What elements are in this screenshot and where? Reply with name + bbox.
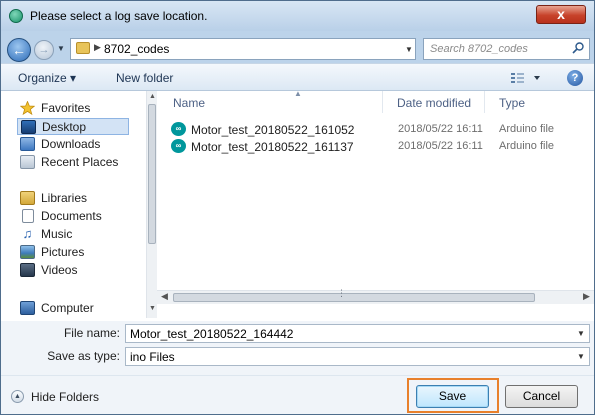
column-divider[interactable] [484,91,485,113]
save-as-type-label: Save as type: [47,349,120,363]
sidebar-item-label: Desktop [42,120,87,134]
file-row[interactable]: ∞ Motor_test_20180522_161137 2018/05/22 … [171,138,591,155]
file-list-scroll-thumb[interactable] [173,293,535,302]
sidebar-item-label: Downloads [41,137,101,151]
star-icon [20,101,35,115]
sidebar-item-label: Videos [41,263,78,277]
address-bar[interactable]: ▶ 8702_codes ▼ [70,38,416,60]
title-bar: Please select a log save location. x [1,1,594,31]
save-as-type-select[interactable]: ino Files ▼ [125,347,590,366]
column-header-type[interactable]: Type [499,96,525,110]
organize-menu-button[interactable]: Organize ▾ [18,71,76,85]
forward-arrow-icon[interactable]: → [34,40,54,60]
search-input[interactable] [430,41,566,57]
breadcrumb-separator-icon[interactable]: ▶ [94,42,101,53]
libraries-icon [20,191,35,205]
save-dialog: Please select a log save location. x ← →… [0,0,595,415]
nav-computer-label: Computer [41,301,94,315]
sidebar-item-label: Documents [41,209,102,223]
file-date: 2018/05/22 16:11 [398,140,483,152]
column-header-name[interactable]: Name [173,96,205,110]
scroll-down-arrow-icon[interactable]: ▼ [149,305,156,312]
search-field[interactable] [423,38,590,60]
column-divider[interactable] [382,91,383,113]
folder-icon [76,42,90,54]
save-as-type-value: ino Files [130,350,175,364]
sidebar-item-label: Music [41,227,73,241]
view-options-icon[interactable] [509,70,545,86]
file-name-label: File name: [63,326,120,340]
nav-pane-scroll-thumb[interactable] [148,104,156,244]
file-row[interactable]: ∞ Motor_test_20180522_161052 2018/05/22 … [171,121,591,138]
breadcrumb-current-folder[interactable]: 8702_codes [104,42,169,56]
back-arrow-icon[interactable]: ← [7,38,31,62]
recent-locations-chevron-icon[interactable]: ▼ [57,44,65,53]
navigation-pane: Favorites Desktop Downloads Recent Place… [1,91,146,318]
pictures-icon [20,245,35,259]
chevron-up-icon: ▲ [11,390,24,403]
desktop-icon [21,120,36,134]
file-name: Motor_test_20180522_161052 [191,123,355,137]
sidebar-item-label: Pictures [41,245,85,259]
file-name-input[interactable] [130,327,570,341]
file-type: Arduino file [499,140,555,152]
close-button[interactable]: x [536,5,586,24]
dialog-footer: ▲ Hide Folders Save Cancel [1,375,594,414]
browser-area: Favorites Desktop Downloads Recent Place… [1,89,594,321]
dialog-title: Please select a log save location. [30,9,208,23]
nav-libraries-label: Libraries [41,191,88,205]
sort-indicator-icon: ▲ [294,89,302,98]
file-list-scrollbar[interactable]: ◀ ⋮ ▶ [157,288,594,304]
documents-icon [22,209,34,223]
sidebar-item-label: Recent Places [41,155,119,169]
videos-icon [20,263,35,277]
scroll-right-arrow-icon[interactable]: ▶ [583,291,590,302]
file-type: Arduino file [499,123,555,135]
address-dropdown-chevron-icon[interactable]: ▼ [405,45,413,54]
arduino-file-icon: ∞ [171,122,186,136]
nav-favorites-label: Favorites [41,101,91,115]
scroll-grip-icon: ⋮ [337,288,346,298]
search-icon[interactable] [572,42,584,54]
file-list: ▲ Name Date modified Type ∞ Motor_test_2… [157,89,594,286]
scroll-left-arrow-icon[interactable]: ◀ [161,291,168,302]
scroll-up-arrow-icon[interactable]: ▲ [149,93,156,100]
computer-icon [20,301,35,315]
arduino-app-icon [9,9,23,23]
music-icon: ♫ [22,226,33,241]
downloads-icon [20,137,35,151]
save-fields: File name: ▼ Save as type: ino Files ▼ [1,321,594,375]
arduino-file-icon: ∞ [171,139,186,153]
command-toolbar: Organize ▾ New folder ? [1,63,594,91]
recent-places-icon [20,155,35,169]
help-icon[interactable]: ? [567,70,583,86]
hide-folders-label: Hide Folders [31,390,100,404]
new-folder-button[interactable]: New folder [116,71,173,85]
cancel-button[interactable]: Cancel [505,385,578,408]
file-name: Motor_test_20180522_161137 [191,140,354,154]
address-row: ← → ▼ ▶ 8702_codes ▼ ↻ [1,31,594,63]
column-header-date-modified[interactable]: Date modified [397,96,471,110]
sidebar-item-desktop[interactable]: Desktop [17,118,129,135]
file-name-dropdown-chevron-icon[interactable]: ▼ [577,329,585,338]
save-button[interactable]: Save [416,385,489,408]
nav-pane-scrollbar[interactable]: ▲ ▼ [146,91,157,318]
file-name-field[interactable]: ▼ [125,324,590,343]
save-as-type-chevron-icon[interactable]: ▼ [577,352,585,361]
file-date: 2018/05/22 16:11 [398,123,483,135]
